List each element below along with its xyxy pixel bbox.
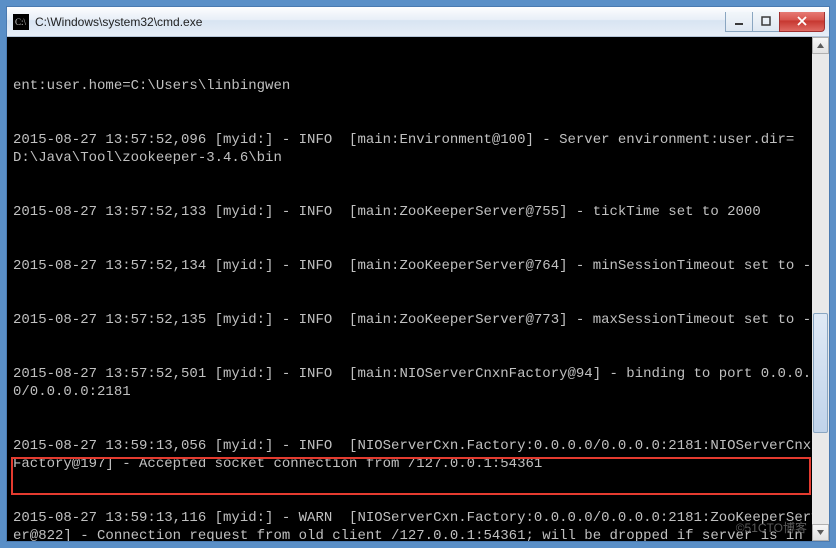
cmd-icon: C:\ (13, 14, 29, 30)
maximize-button[interactable] (752, 12, 780, 32)
window-title: C:\Windows\system32\cmd.exe (35, 15, 726, 29)
scroll-track[interactable] (812, 54, 829, 524)
log-line: ent:user.home=C:\Users\linbingwen (13, 77, 827, 95)
svg-text:C:\: C:\ (15, 17, 27, 27)
scroll-up-button[interactable] (812, 37, 829, 54)
log-line: 2015-08-27 13:57:52,135 [myid:] - INFO [… (13, 311, 827, 329)
console-output[interactable]: ent:user.home=C:\Users\linbingwen 2015-0… (7, 37, 829, 541)
cmd-window: C:\ C:\Windows\system32\cmd.exe ent:user… (6, 6, 830, 542)
minimize-button[interactable] (725, 12, 753, 32)
log-line: 2015-08-27 13:57:52,134 [myid:] - INFO [… (13, 257, 827, 275)
close-button[interactable] (779, 12, 825, 32)
log-line: 2015-08-27 13:59:13,116 [myid:] - WARN [… (13, 509, 827, 541)
log-line: 2015-08-27 13:57:52,501 [myid:] - INFO [… (13, 365, 827, 401)
log-line: 2015-08-27 13:59:13,056 [myid:] - INFO [… (13, 437, 827, 473)
log-line: 2015-08-27 13:57:52,133 [myid:] - INFO [… (13, 203, 827, 221)
watermark: ©51CTO博客 (736, 519, 807, 537)
log-line: 2015-08-27 13:57:52,096 [myid:] - INFO [… (13, 131, 827, 167)
titlebar[interactable]: C:\ C:\Windows\system32\cmd.exe (7, 7, 829, 37)
window-buttons (726, 12, 825, 32)
vertical-scrollbar[interactable] (812, 37, 829, 541)
scroll-down-button[interactable] (812, 524, 829, 541)
scroll-thumb[interactable] (813, 313, 828, 433)
